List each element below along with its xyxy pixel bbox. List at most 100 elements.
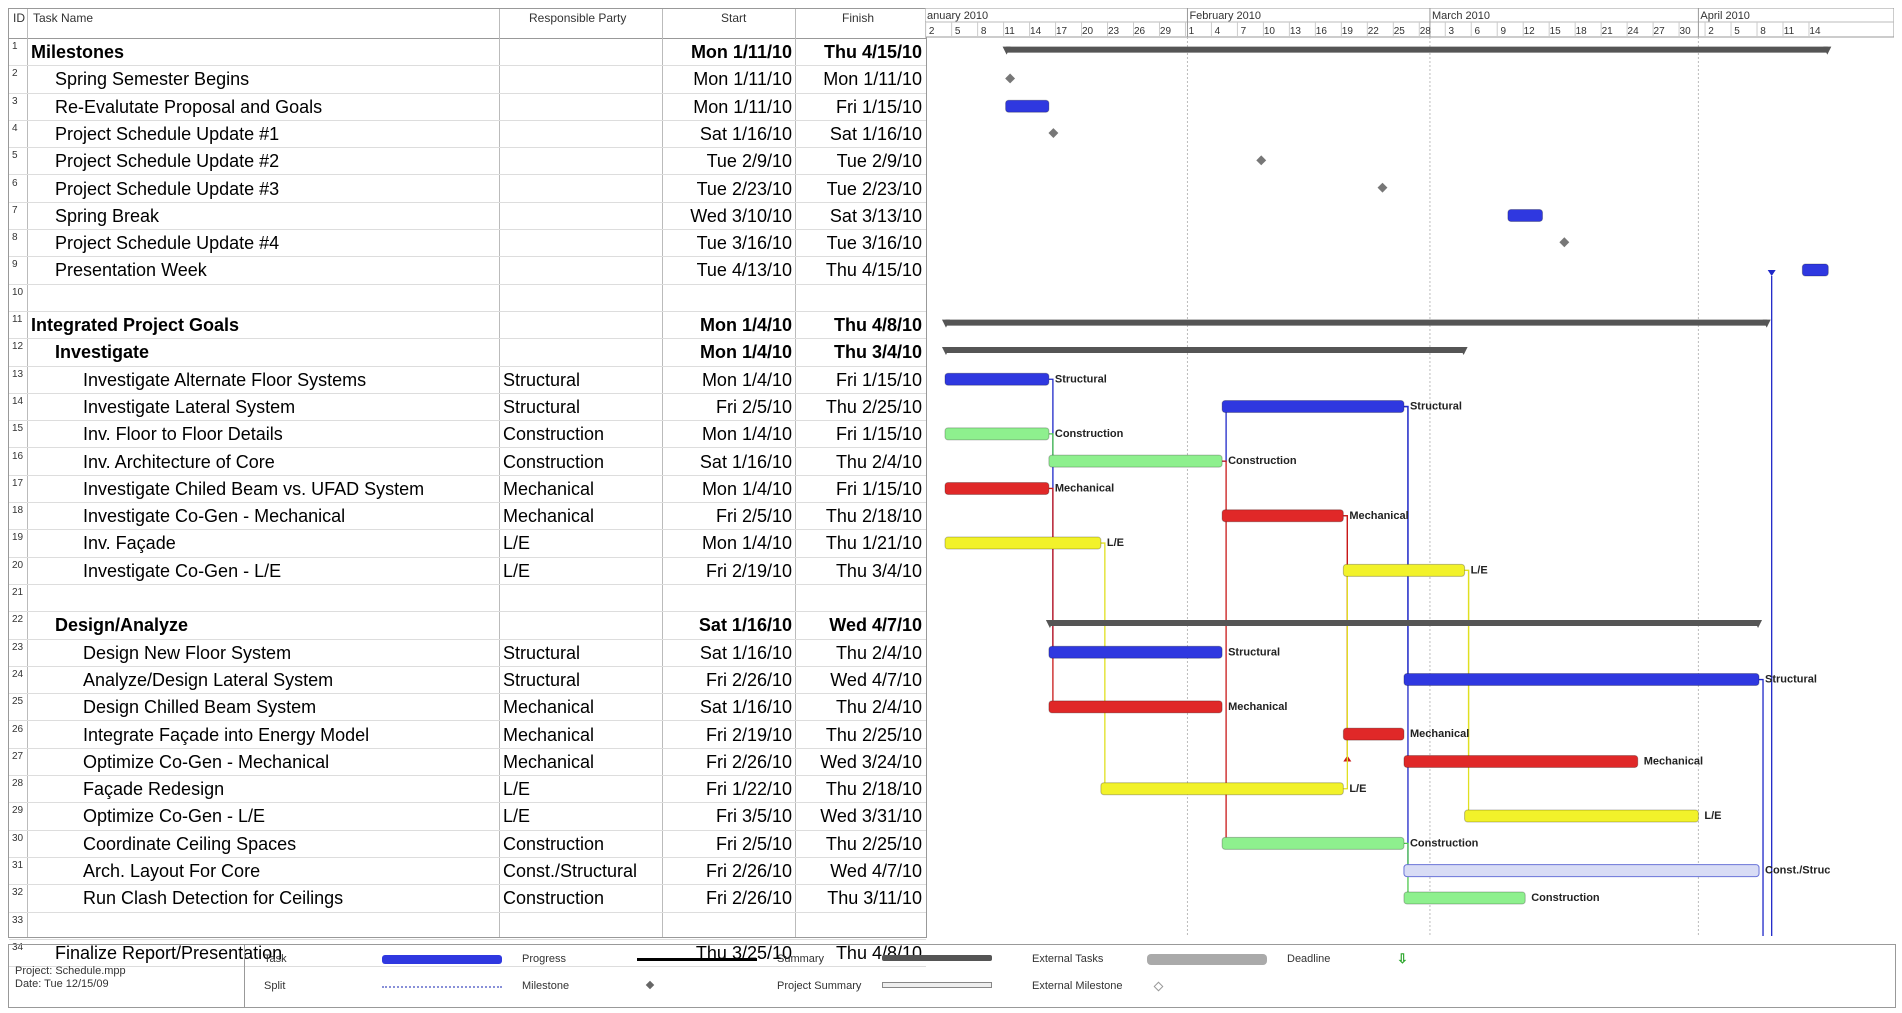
table-row[interactable]: 33 <box>9 913 926 940</box>
start-date-cell: Mon 1/4/10 <box>701 478 792 499</box>
legend-project-summary-swatch <box>882 982 992 988</box>
table-row[interactable]: 31 Arch. Layout For Core Const./Structural… <box>9 858 926 886</box>
table-row[interactable]: 6 Project Schedule Update #3 Tue 2/23/10 Tu… <box>9 176 926 203</box>
table-row[interactable]: 28 Façade Redesign L/E Fri 1/22/10 Thu 2/18/… <box>9 776 926 804</box>
responsible-party-cell: Structural <box>503 396 581 417</box>
finish-date-cell: Wed 4/7/10 <box>829 615 922 636</box>
finish-date-cell: Thu 2/4/10 <box>835 451 922 472</box>
row-id: 21 <box>12 587 24 598</box>
table-row[interactable]: 18 Investigate Co-Gen - Mechanical Mechani… <box>9 503 926 531</box>
legend-date: Date: Tue 12/15/09 <box>15 978 109 990</box>
responsible-party-cell: Construction <box>503 451 605 472</box>
legend-box: Project: Schedule.mpp Date: Tue 12/15/09… <box>8 944 1896 1008</box>
start-date-cell: Mon 1/4/10 <box>701 369 792 390</box>
table-row[interactable]: 25 Design Chilled Beam System Mechanical Sa… <box>9 694 926 722</box>
table-row[interactable]: 16 Inv. Architecture of Core Construction S… <box>9 449 926 476</box>
month-label: February 2010 <box>1189 10 1261 22</box>
task-bar-label: Construction <box>1055 428 1124 440</box>
task-bar <box>1048 645 1223 659</box>
row-id: 8 <box>12 232 18 244</box>
table-row[interactable]: 4 Project Schedule Update #1 Sat 1/16/10 Sa… <box>9 121 926 149</box>
party-header: Responsible Party <box>529 11 627 25</box>
day-tick-label: 6 <box>1474 26 1480 37</box>
responsible-party-cell: Structural <box>503 669 581 690</box>
table-row[interactable]: 2 Spring Semester Begins Mon 1/11/10 Mon 1/… <box>9 66 926 94</box>
day-tick-label: 8 <box>981 26 987 37</box>
row-id: 19 <box>12 532 24 544</box>
table-row[interactable]: 8 Project Schedule Update #4 Tue 3/16/10 Tu… <box>9 230 926 258</box>
table-row[interactable]: 26 Integrate Façade into Energy Model Mech… <box>9 722 926 749</box>
gantt-chart-page: ID Task Name Responsible Party Start Fin… <box>0 0 1902 1013</box>
day-tick-label: 30 <box>1680 26 1692 37</box>
start-date-cell: Mon 1/4/10 <box>699 315 792 335</box>
table-row[interactable]: 15 Inv. Floor to Floor Details Constructio… <box>9 421 926 449</box>
task-bar-label: Structural <box>1055 373 1107 385</box>
row-id: 18 <box>12 505 24 517</box>
table-row[interactable]: 13 Investigate Alternate Floor Systems Str… <box>9 367 926 394</box>
legend-summary-swatch <box>882 955 992 961</box>
start-date-cell: Sat 1/16/10 <box>699 697 792 718</box>
deadline-arrow-icon: ⇩ <box>1397 951 1408 966</box>
finish-date-cell: Thu 2/18/10 <box>825 779 922 800</box>
day-tick-label: 1 <box>1189 26 1195 37</box>
table-row[interactable]: 27 Optimize Co-Gen - Mechanical Mechanical… <box>9 749 926 777</box>
row-id: 9 <box>12 259 18 271</box>
finish-date-cell: Wed 3/31/10 <box>820 806 922 827</box>
start-date-cell: Tue 2/9/10 <box>706 151 792 172</box>
responsible-party-cell: Structural <box>503 642 581 663</box>
task-name-cell: Investigate Co-Gen - L/E <box>83 560 282 581</box>
table-row[interactable]: 5 Project Schedule Update #2 Tue 2/9/10 Tue… <box>9 148 926 176</box>
table-row[interactable]: 10 <box>9 285 926 312</box>
task-bar <box>1342 563 1466 577</box>
start-date-cell: Fri 2/5/10 <box>715 833 792 854</box>
table-row[interactable]: 23 Design New Floor System Structural Sat 1… <box>9 640 926 667</box>
table-row[interactable]: 32 Run Clash Detection for Ceilings Constr… <box>9 885 926 913</box>
task-bar <box>1403 673 1760 687</box>
responsible-party-cell: L/E <box>503 533 531 554</box>
day-tick-label: 26 <box>1134 26 1146 37</box>
task-bar-label: Mechanical <box>1349 510 1408 522</box>
table-row[interactable]: 7 Spring Break Wed 3/10/10 Sat 3/13/10 <box>9 203 926 231</box>
table-row[interactable]: 30 Coordinate Ceiling Spaces Construction F… <box>9 831 926 858</box>
table-row[interactable]: 24 Analyze/Design Lateral System Structura… <box>9 667 926 695</box>
table-row[interactable]: 17 Investigate Chiled Beam vs. UFAD Syste… <box>9 476 926 504</box>
table-row[interactable]: 19 Inv. Façade L/E Mon 1/4/10 Thu 1/21/10 <box>9 530 926 558</box>
row-id: 1 <box>12 41 18 52</box>
task-name-header: Task Name <box>33 11 94 25</box>
table-row[interactable]: 14 Investigate Lateral System Structural Fr… <box>9 394 926 422</box>
legend-split-label: Split <box>264 980 286 992</box>
table-row[interactable]: 21 <box>9 585 926 613</box>
dependency-link <box>1222 412 1227 462</box>
responsible-party-cell: Mechanical <box>503 506 595 527</box>
day-tick-label: 16 <box>1316 26 1328 37</box>
table-row[interactable]: 29 Optimize Co-Gen - L/E L/E Fri 3/5/10 Wed … <box>9 803 926 831</box>
day-tick-label: 19 <box>1342 26 1354 37</box>
start-date-cell: Fri 2/19/10 <box>705 724 792 745</box>
legend-split-swatch <box>382 986 502 988</box>
finish-date-cell: Fri 1/15/10 <box>835 478 922 499</box>
task-name-cell: Façade Redesign <box>83 779 225 800</box>
day-tick-label: 24 <box>1628 26 1640 37</box>
start-header: Start <box>721 11 747 25</box>
task-bar-label: Mechanical <box>1410 728 1469 740</box>
task-bar-label: L/E <box>1107 537 1124 549</box>
table-row[interactable]: 3 Re-Evalutate Proposal and Goals Mon 1/11… <box>9 94 926 121</box>
table-row[interactable]: 11 Integrated Project Goals Mon 1/4/10 Thu … <box>9 312 926 340</box>
task-bar <box>944 481 1050 495</box>
milestone-diamond <box>1005 73 1016 84</box>
table-row[interactable]: 12 Investigate Mon 1/4/10 Thu 3/4/10 <box>9 339 926 367</box>
responsible-party-cell: L/E <box>503 560 531 581</box>
task-bar <box>1403 864 1760 878</box>
task-bar-label: Mechanical <box>1644 755 1703 767</box>
table-row[interactable]: 9 Presentation Week Tue 4/13/10 Thu 4/15/10 <box>9 257 926 285</box>
row-id: 29 <box>12 805 24 817</box>
table-row[interactable]: 1 Milestones Mon 1/11/10 Thu 4/15/10 <box>9 39 926 67</box>
table-row[interactable]: 22 Design/Analyze Sat 1/16/10 Wed 4/7/10 <box>9 612 926 640</box>
task-name-cell: Design New Floor System <box>83 642 292 663</box>
task-bar-label: Const./Struc <box>1765 865 1830 877</box>
dependency-link <box>1048 433 1054 456</box>
task-name-cell: Spring Break <box>55 205 160 226</box>
finish-date-cell: Wed 4/7/10 <box>830 669 922 690</box>
table-row[interactable]: 20 Investigate Co-Gen - L/E L/E Fri 2/19/10… <box>9 558 926 585</box>
row-id: 16 <box>12 450 24 462</box>
